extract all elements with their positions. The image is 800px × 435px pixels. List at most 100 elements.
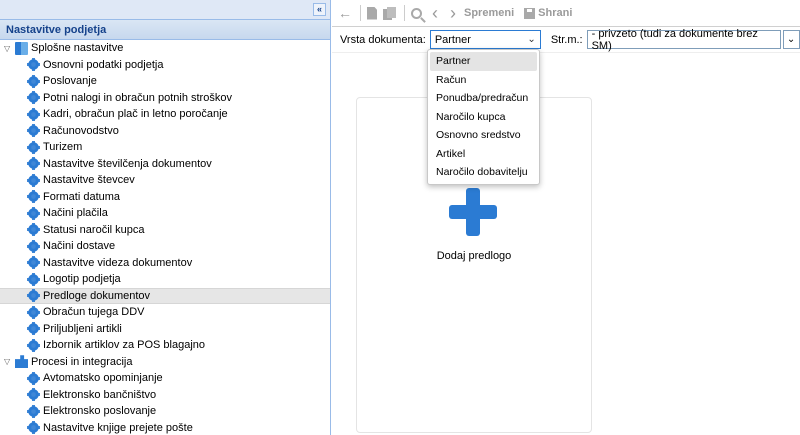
tree-item-label: Nastavitve videza dokumentov — [43, 256, 193, 269]
tree-item-label: Izbornik artiklov za POS blagajno — [43, 339, 206, 352]
gear-icon — [27, 305, 40, 319]
tree-item[interactable]: Elektronsko poslovanje — [0, 403, 330, 420]
gear-icon — [27, 91, 40, 105]
cost-center-dropdown-button[interactable]: ⌄ — [782, 30, 800, 49]
tree-item-label: Priljubljeni artikli — [43, 322, 122, 335]
gear-icon — [27, 239, 40, 253]
toolbar-divider — [360, 5, 361, 21]
gear-icon — [27, 338, 40, 352]
gear-icon — [27, 256, 40, 270]
tree-item[interactable]: Nastavitve številčenja dokumentov — [0, 156, 330, 173]
tree-item-label: Elektronsko poslovanje — [43, 405, 157, 418]
shrani-label: Shrani — [538, 7, 573, 19]
tree-item-label: Nastavitve knjige prejete pošte — [43, 421, 193, 434]
document-type-select[interactable]: Partner ⌄ — [429, 30, 541, 49]
tree-item-label: Načini plačila — [43, 207, 108, 220]
tree-item[interactable]: Načini plačila — [0, 205, 330, 222]
document-type-label: Vrsta dokumenta: — [340, 33, 426, 46]
tree-item-label: Nastavitve števcev — [43, 174, 135, 187]
tree-item-label: Osnovni podatki podjetja — [43, 58, 164, 71]
settings-tree: ▽ Splošne nastavitve Osnovni podatki podje… — [0, 40, 330, 435]
gear-icon — [27, 173, 40, 187]
new-document-button[interactable] — [367, 3, 377, 23]
main-content: ← ‹ › Spremeni Shrani Vrsta dokumenta: P… — [332, 0, 800, 435]
copy-document-button[interactable] — [383, 3, 396, 23]
puzzle-icon — [15, 355, 28, 369]
tree-item[interactable]: Računovodstvo — [0, 123, 330, 140]
tree-group-label: Procesi in integracija — [31, 355, 133, 368]
tree-item-label: Elektronsko bančništvo — [43, 388, 157, 401]
tree-group[interactable]: ▽ Splošne nastavitve — [0, 40, 330, 57]
toolbar-divider — [404, 5, 405, 21]
tree-item-label: Načini dostave — [43, 240, 116, 253]
gear-icon — [27, 190, 40, 204]
tree-item[interactable]: Osnovni podatki podjetja — [0, 57, 330, 74]
add-template-label: Dodaj predlogo — [436, 250, 512, 262]
tree-item[interactable]: Formati datuma — [0, 189, 330, 206]
tree-item[interactable]: Nastavitve knjige prejete pošte — [0, 420, 330, 435]
filter-bar: Vrsta dokumenta: Partner ⌄ Str.m.: - pri… — [332, 27, 800, 53]
panel-top-bar: « — [0, 0, 330, 20]
back-button[interactable]: ← — [338, 3, 352, 23]
tree-item[interactable]: Elektronsko bančništvo — [0, 387, 330, 404]
tree-item-label: Avtomatsko opominjanje — [43, 372, 163, 385]
tree-item-label: Formati datuma — [43, 190, 121, 203]
gear-icon — [27, 74, 40, 88]
copy-icon — [383, 6, 396, 20]
tree-item[interactable]: Nastavitve videza dokumentov — [0, 255, 330, 272]
tree-item[interactable]: Potni nalogi in obračun potnih stroškov — [0, 90, 330, 107]
tree-item[interactable]: Poslovanje — [0, 73, 330, 90]
shrani-button[interactable]: Shrani — [524, 3, 572, 23]
gear-icon — [27, 223, 40, 237]
document-icon — [367, 6, 377, 20]
tree-item[interactable]: Avtomatsko opominjanje — [0, 370, 330, 387]
dropdown-option[interactable]: Osnovno sredstvo — [428, 126, 539, 145]
cost-center-label: Str.m.: — [550, 33, 583, 46]
toolbar: ← ‹ › Spremeni Shrani — [332, 0, 800, 27]
dropdown-option[interactable]: Račun — [428, 71, 539, 90]
panel-title: Nastavitve podjetja — [0, 20, 330, 40]
dropdown-option[interactable]: Partner — [430, 52, 537, 71]
gear-icon — [27, 289, 40, 303]
dropdown-option[interactable]: Artikel — [428, 145, 539, 164]
expand-toggle-icon[interactable]: ▽ — [4, 357, 14, 366]
tree-item-label: Kadri, obračun plač in letno poročanje — [43, 108, 228, 121]
tree-item-label: Statusi naročil kupca — [43, 223, 145, 236]
cost-center-value: - privzeto (tudi za dokumente brez SM) — [591, 27, 758, 52]
gear-icon — [27, 388, 40, 402]
tree-item[interactable]: Priljubljeni artikli — [0, 321, 330, 338]
plus-icon[interactable] — [449, 188, 497, 236]
previous-button[interactable]: ‹ — [432, 3, 438, 23]
tree-item[interactable]: Načini dostave — [0, 238, 330, 255]
document-type-dropdown: Partner Račun Ponudba/predračun Naročilo ku… — [427, 49, 540, 185]
dropdown-option[interactable]: Naročilo dobavitelju — [428, 163, 539, 182]
tree-item[interactable]: Obračun tujega DDV — [0, 304, 330, 321]
chevron-left-icon: ‹ — [432, 2, 438, 23]
expand-toggle-icon[interactable]: ▽ — [4, 44, 14, 53]
spremeni-button[interactable]: Spremeni — [464, 7, 514, 19]
gear-icon — [27, 404, 40, 418]
tree-item[interactable]: Logotip podjetja — [0, 271, 330, 288]
back-arrow-icon: ← — [338, 5, 352, 21]
tree-item[interactable]: Kadri, obračun plač in letno poročanje — [0, 106, 330, 123]
search-button[interactable] — [411, 3, 422, 23]
gear-icon — [27, 272, 40, 286]
tree-group[interactable]: ▽ Procesi in integracija — [0, 354, 330, 371]
tree-item[interactable]: Turizem — [0, 139, 330, 156]
tree-item-label: Poslovanje — [43, 75, 97, 88]
tree-item[interactable]: Predloge dokumentov — [0, 287, 330, 304]
tree-item[interactable]: Izbornik artiklov za POS blagajno — [0, 337, 330, 354]
tree-item[interactable]: Statusi naročil kupca — [0, 222, 330, 239]
dropdown-option[interactable]: Naročilo kupca — [428, 108, 539, 127]
tree-item-label: Turizem — [43, 141, 83, 154]
collapse-panel-button[interactable]: « — [313, 3, 326, 16]
search-icon — [411, 7, 422, 19]
dropdown-option[interactable]: Ponudba/predračun — [428, 89, 539, 108]
tree-item-label: Nastavitve številčenja dokumentov — [43, 157, 212, 170]
chevron-right-icon: › — [450, 2, 456, 23]
gear-icon — [27, 322, 40, 336]
next-button[interactable]: › — [450, 3, 456, 23]
tree-group-label: Splošne nastavitve — [31, 42, 124, 55]
cost-center-select[interactable]: - privzeto (tudi za dokumente brez SM) — [586, 27, 781, 52]
tree-item[interactable]: Nastavitve števcev — [0, 172, 330, 189]
